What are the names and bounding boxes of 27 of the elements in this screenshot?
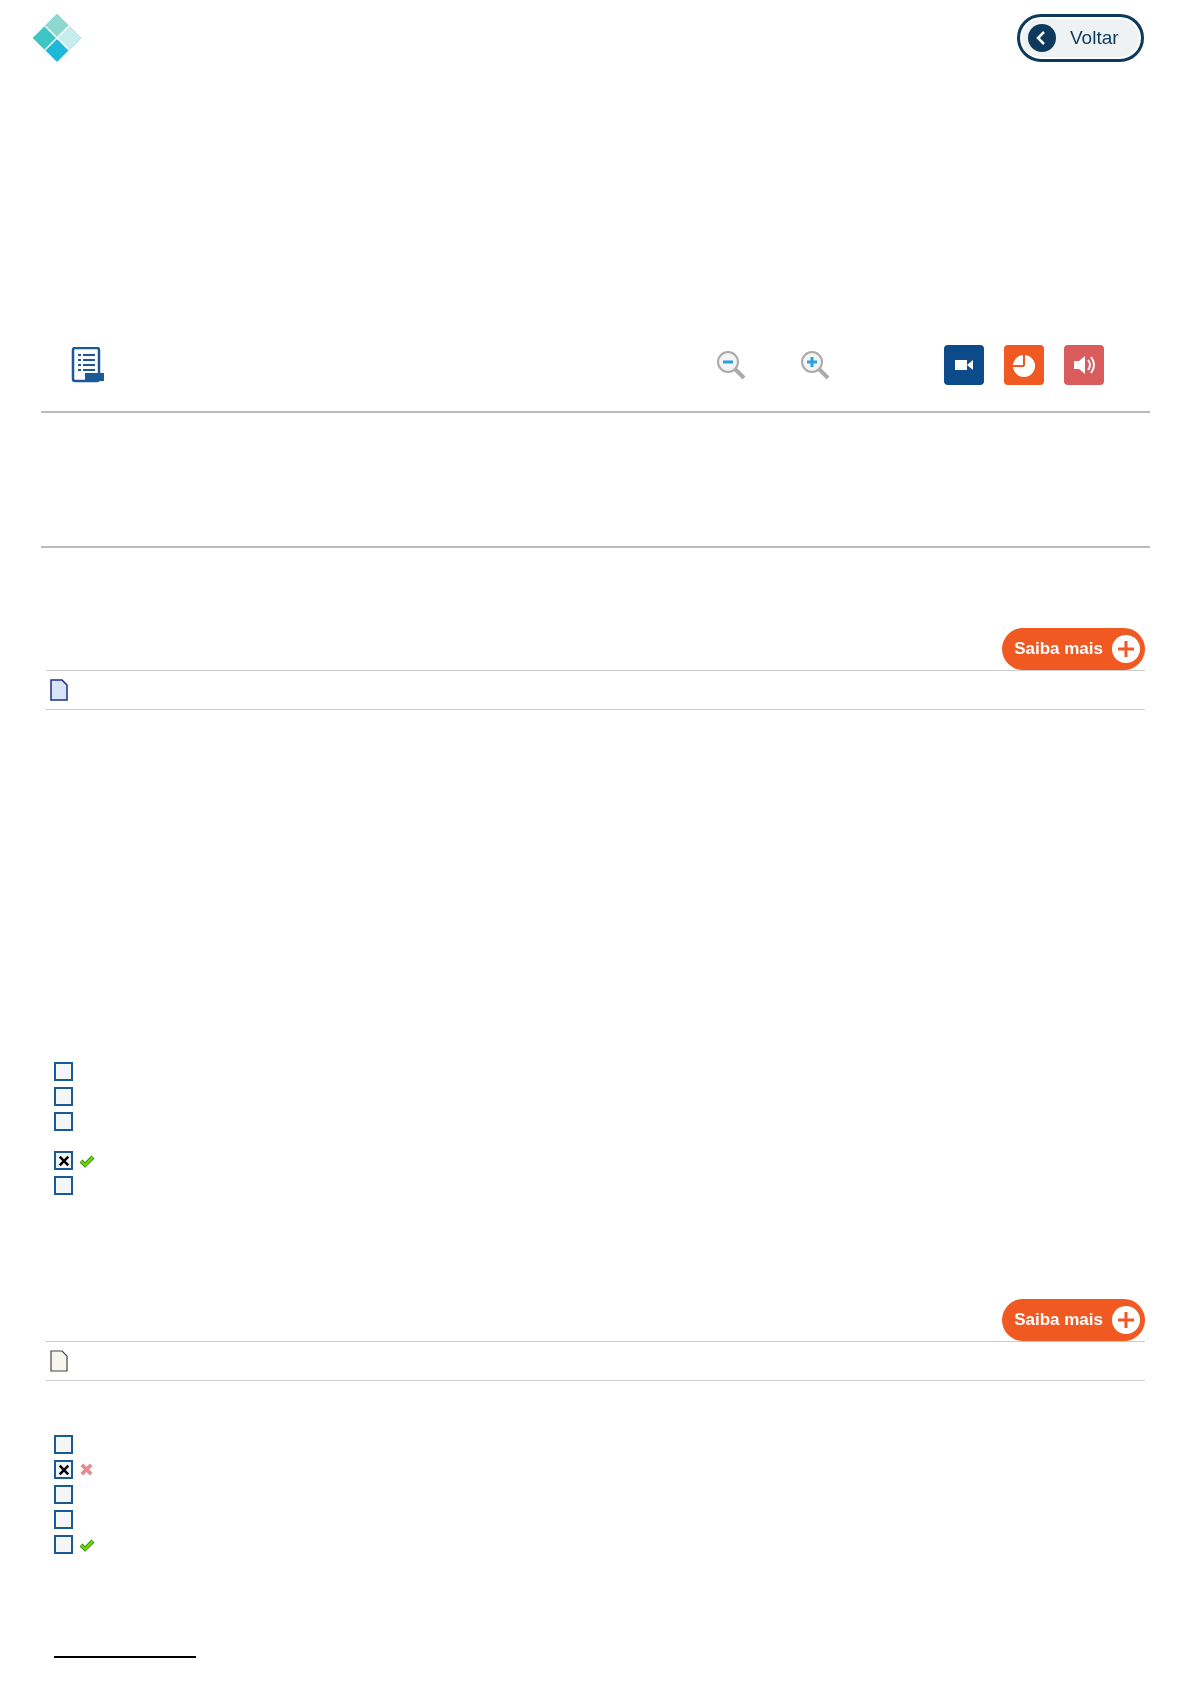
checkbox[interactable] bbox=[54, 1176, 73, 1195]
pie-chart-icon[interactable] bbox=[1004, 345, 1044, 385]
back-button[interactable]: Voltar bbox=[1017, 14, 1144, 62]
zoom-in-icon[interactable] bbox=[799, 349, 831, 381]
cross-icon bbox=[79, 1462, 94, 1477]
checkmark-icon bbox=[79, 1153, 95, 1168]
checkbox[interactable] bbox=[54, 1535, 73, 1554]
checkbox[interactable] bbox=[54, 1435, 73, 1454]
speaker-icon[interactable] bbox=[1064, 345, 1104, 385]
checkbox[interactable] bbox=[54, 1062, 73, 1081]
checkbox[interactable] bbox=[54, 1485, 73, 1504]
list-document-icon[interactable] bbox=[71, 347, 105, 383]
checkbox[interactable] bbox=[54, 1510, 73, 1529]
plus-icon bbox=[1111, 634, 1141, 664]
checkbox[interactable] bbox=[54, 1151, 73, 1170]
more-button[interactable]: Saiba mais bbox=[1002, 628, 1145, 670]
checkbox[interactable] bbox=[54, 1087, 73, 1106]
logo-icon bbox=[33, 14, 81, 62]
document-icon[interactable] bbox=[50, 679, 68, 701]
checkmark-icon bbox=[79, 1537, 95, 1552]
document-icon[interactable] bbox=[50, 1350, 68, 1372]
more-button[interactable]: Saiba mais bbox=[1002, 1299, 1145, 1341]
chevron-left-icon bbox=[1028, 24, 1056, 52]
video-camera-icon[interactable] bbox=[944, 345, 984, 385]
checkbox[interactable] bbox=[54, 1460, 73, 1479]
checkbox[interactable] bbox=[54, 1112, 73, 1131]
plus-icon bbox=[1111, 1305, 1141, 1335]
